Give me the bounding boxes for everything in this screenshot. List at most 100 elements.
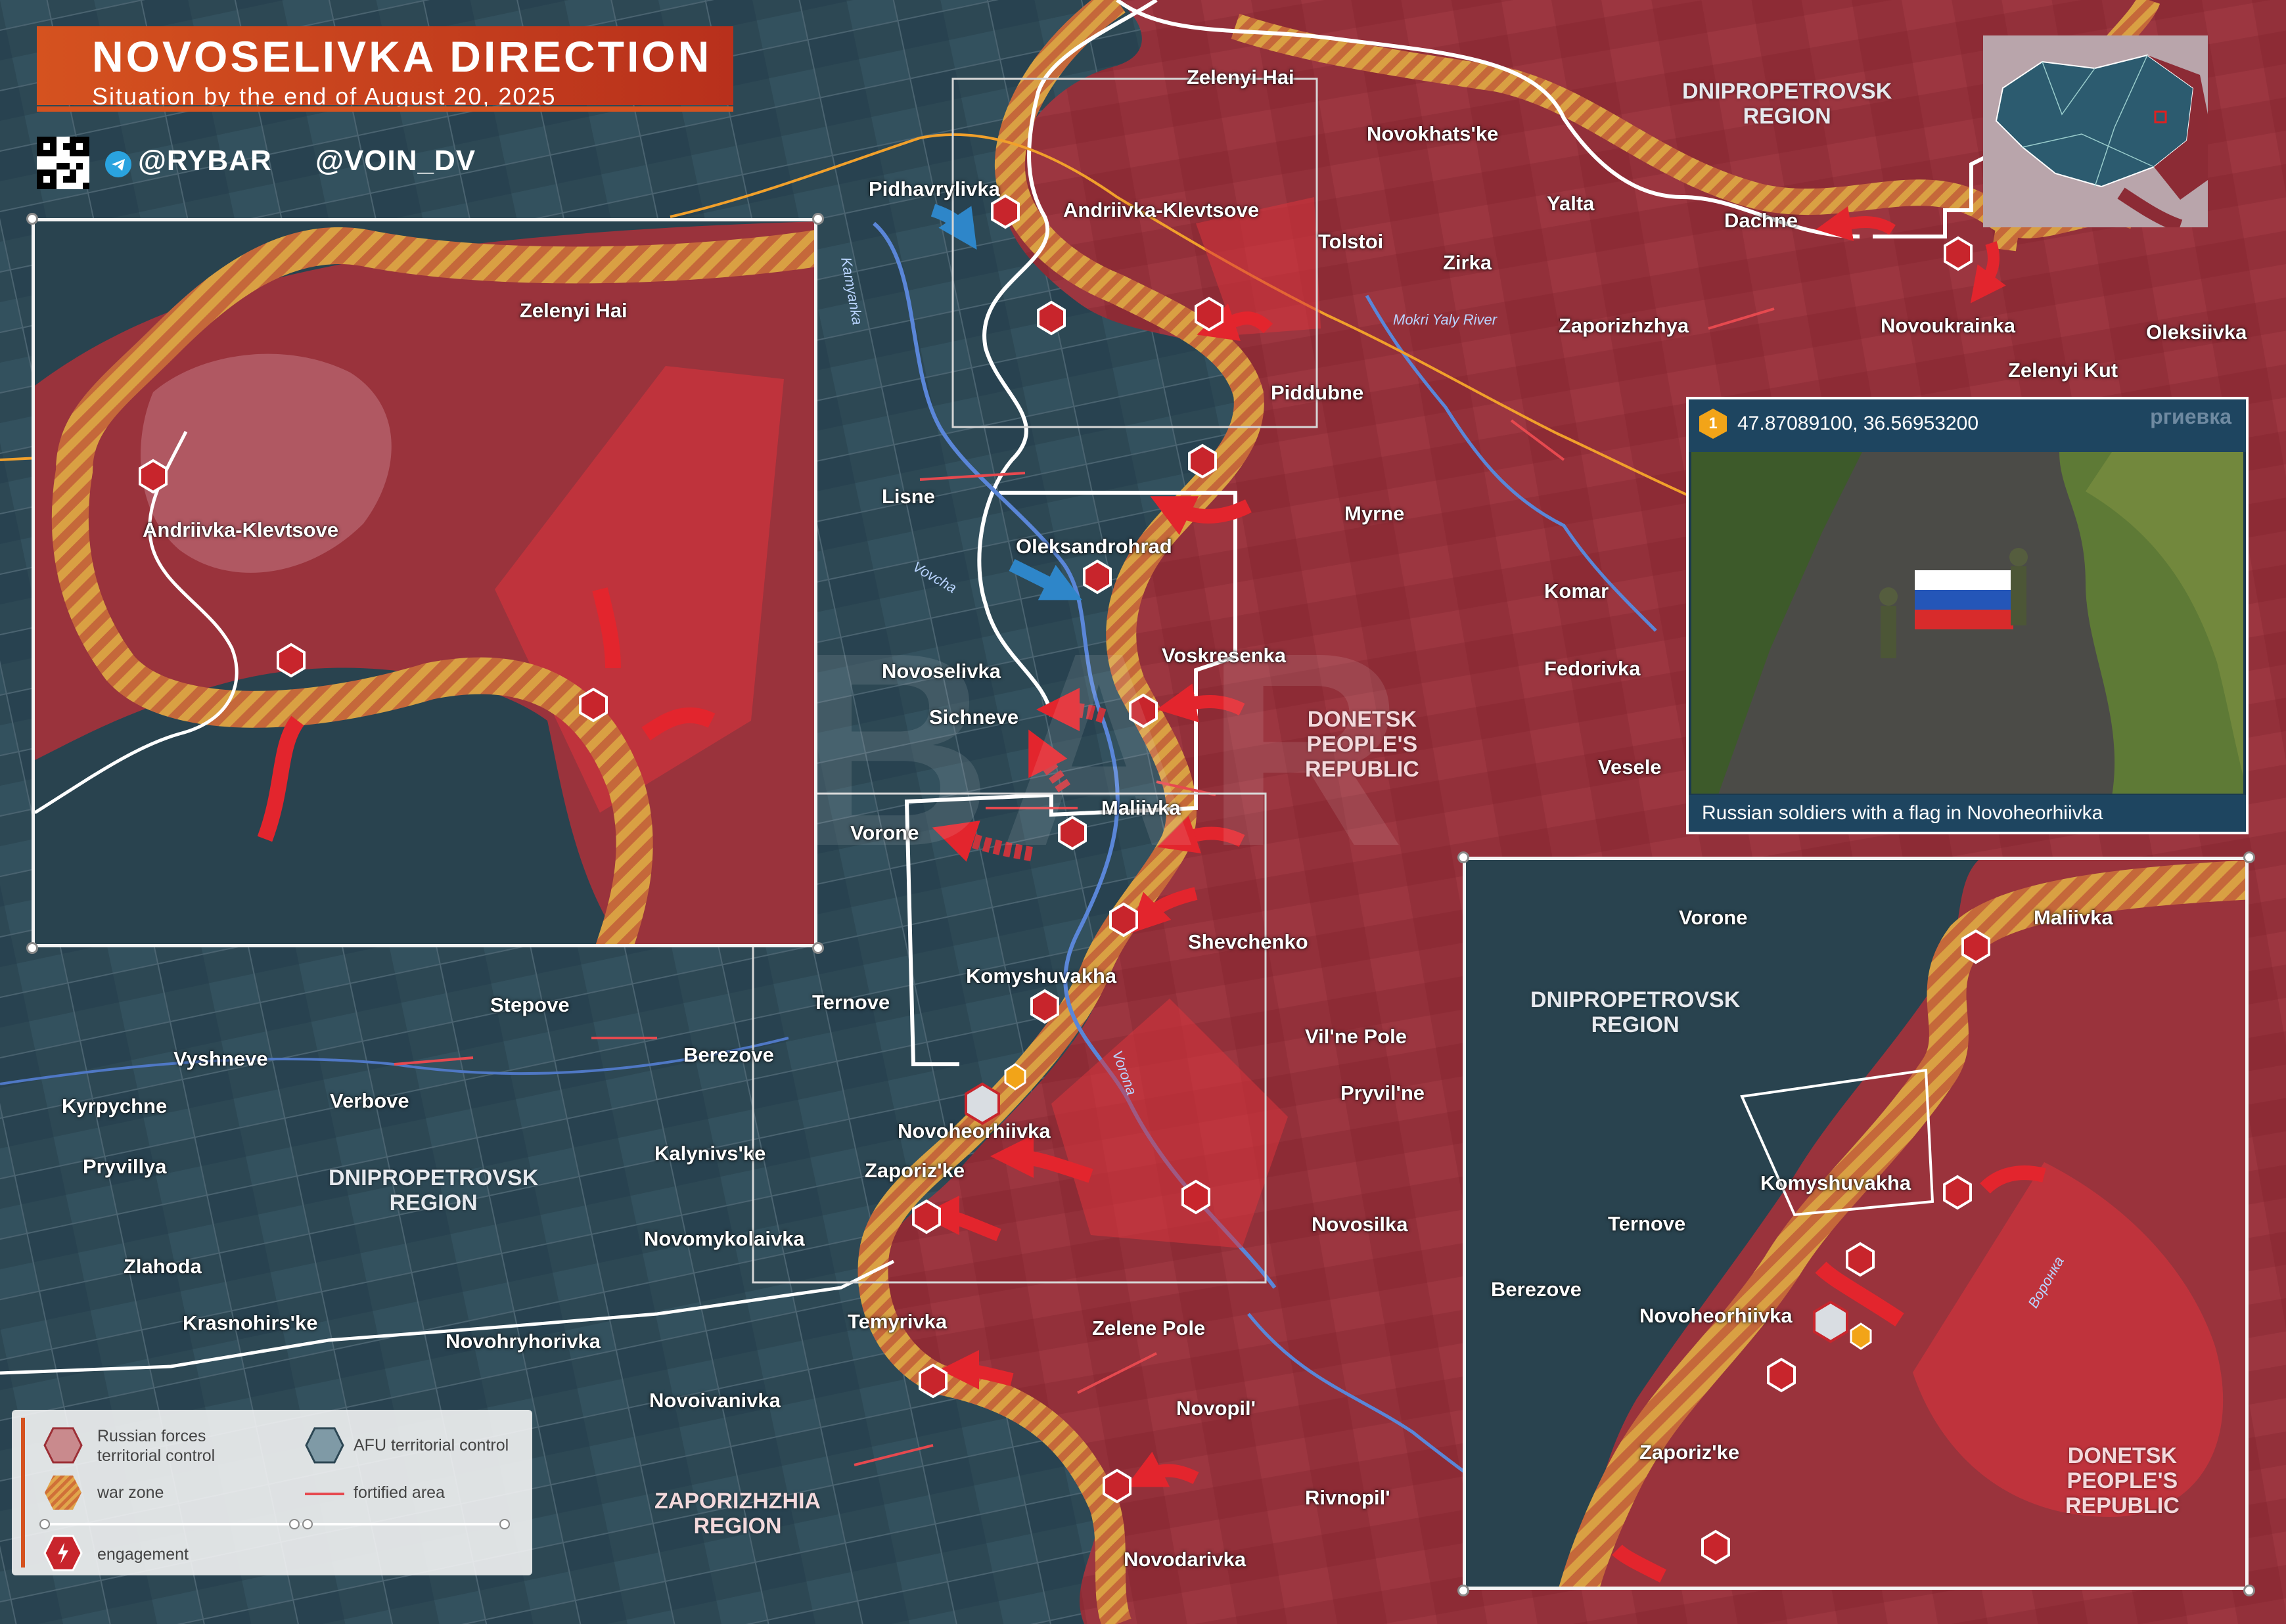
settlement-label: Andriivka-Klevtsove (1063, 198, 1260, 221)
settlement-label: Novodarivka (1124, 1548, 1246, 1571)
settlement-label: Kyrpychne (62, 1094, 168, 1117)
inset-corner-handle (812, 213, 824, 225)
settlement-label: Berezove (1491, 1278, 1582, 1301)
settlement-label: Zaporizhzhya (1559, 314, 1689, 337)
engagement-marker (1701, 1529, 1730, 1565)
settlement-label: Novoukrainka (1881, 314, 2016, 337)
settlement-label: Novomykolaivka (644, 1227, 805, 1250)
photo-inset: 1 47.87089100, 36.56953200 ргиевка Russi… (1686, 397, 2249, 834)
engagement-marker (1037, 300, 1066, 336)
legend-russian-1: Russian forces (97, 1427, 206, 1445)
settlement-label: Zelenyi Kut (2008, 359, 2118, 382)
russian-control-icon (43, 1427, 83, 1464)
engagement-marker (1195, 296, 1223, 332)
overview-minimap (1983, 35, 2208, 233)
photo-marker (1850, 1322, 1872, 1350)
settlement-label: Verbove (330, 1089, 409, 1112)
inset-left-map (35, 221, 814, 944)
legend-engagement: engagement (97, 1545, 189, 1564)
qr-code (37, 137, 89, 189)
settlement-label: Berezove (683, 1043, 774, 1066)
river-label: Mokri Yaly River (1393, 311, 1497, 328)
inset-map-right: Vorone Maliivka Ternove Komyshuvakha Ber… (1463, 857, 2249, 1590)
engagement-marker (1943, 1175, 1972, 1210)
settlement-label: Komyshuvakha (1760, 1171, 1911, 1194)
inset-map-left: Zelenyi Hai Andriivka-Klevtsove (32, 218, 817, 947)
settlement-label: Dachne (1724, 209, 1798, 232)
inset-corner-handle (1457, 1585, 1469, 1596)
settlement-label: Myrne (1344, 502, 1405, 525)
settlement-label: Rivnopil' (1305, 1486, 1390, 1509)
photo-number-badge: 1 (1699, 409, 1727, 439)
settlement-label: Vorone (1679, 906, 1748, 929)
social-bar: @RYBAR @VOIN_DV (37, 131, 733, 191)
settlement-label: Novosilka (1312, 1213, 1408, 1236)
settlement-label: Zaporiz'ke (1639, 1441, 1740, 1464)
flag-marker (1813, 1300, 1848, 1343)
inset-corner-handle (812, 942, 824, 954)
engagement-marker (912, 1199, 941, 1234)
engagement-icon (43, 1535, 83, 1571)
engagement-marker (1181, 1179, 1210, 1215)
engagement-marker (1083, 559, 1112, 595)
inset-corner-handle (2243, 851, 2255, 863)
settlement-label: Maliivka (1101, 796, 1181, 819)
region-label-dnipro-top: DNIPROPETROVSK REGION (1682, 79, 1892, 129)
engagement-marker (1944, 236, 1973, 271)
settlement-label: Temyrivka (848, 1310, 948, 1333)
engagement-marker (1109, 902, 1138, 937)
settlement-label: Zelenyi Hai (520, 299, 628, 322)
engagement-marker (1961, 929, 1990, 964)
telegram-handle[interactable]: @RYBAR (138, 145, 272, 177)
war-zone-icon (45, 1476, 81, 1510)
settlement-label: Krasnohirs'ke (183, 1311, 318, 1334)
settlement-label: Vyshneve (173, 1047, 268, 1070)
photo-overlay-text: ргиевка (2150, 405, 2231, 428)
photo-coordinates: 47.87089100, 36.56953200 (1737, 413, 1979, 434)
settlement-label: Voskresenka (1162, 644, 1286, 667)
settlement-label: Novoheorhiivka (898, 1119, 1051, 1142)
settlement-label: Kalynivs'ke (654, 1142, 766, 1165)
settlement-label: Pidhavrylivka (869, 177, 1000, 200)
engagement-marker (139, 459, 168, 494)
settlement-label: Zelenyi Hai (1187, 66, 1294, 89)
settlement-label: Ternove (812, 991, 890, 1014)
settlement-label: Zelene Pole (1092, 1317, 1206, 1340)
settlement-label: Vesele (1598, 756, 1662, 778)
settlement-label: Pryvillya (83, 1155, 167, 1178)
region-label-inset-donetsk: DONETSK PEOPLE'S REPUBLIC (2065, 1443, 2180, 1518)
settlement-label: Komar (1544, 579, 1609, 602)
region-label-donetsk-mid: DONETSK PEOPLE'S REPUBLIC (1305, 707, 1419, 782)
voin-handle[interactable]: @VOIN_DV (315, 145, 476, 177)
settlement-label: Zirka (1443, 251, 1492, 274)
region-label-dnipro-mid: DNIPROPETROVSK REGION (329, 1165, 539, 1215)
settlement-label: Novoheorhiivka (1639, 1304, 1793, 1327)
legend-war-zone: war zone (97, 1483, 164, 1502)
settlement-label: Sichneve (929, 706, 1019, 729)
photo-caption: Russian soldiers with a flag in Novoheor… (1689, 795, 2246, 832)
map-stage: @RYBAR DNIPROPETROVSKREGION DNIPROPETROV… (0, 0, 2286, 1624)
settlement-label: Novopil' (1176, 1397, 1256, 1420)
inset-corner-handle (2243, 1585, 2255, 1596)
legend-afu: AFU territorial control (354, 1436, 509, 1455)
engagement-marker (1846, 1242, 1875, 1277)
settlement-label: Vorone (850, 821, 919, 844)
settlement-label: Andriivka-Klevtsove (143, 518, 339, 541)
settlement-label: Yalta (1547, 192, 1595, 215)
page-title: NOVOSELIVKA DIRECTION (92, 32, 712, 81)
settlement-label: Lisne (882, 485, 935, 508)
photo-image (1691, 452, 2243, 794)
qr-code-pattern (37, 137, 89, 189)
engagement-marker (1103, 1468, 1132, 1504)
inset-corner-handle (1457, 851, 1469, 863)
photo-header: 1 47.87089100, 36.56953200 ргиевка (1689, 399, 2246, 452)
settlement-label: Zlahoda (124, 1255, 202, 1278)
settlement-label: Ternove (1608, 1212, 1686, 1235)
engagement-marker (919, 1363, 948, 1399)
engagement-marker (277, 643, 306, 678)
settlement-label: Novohryhorivka (446, 1330, 601, 1353)
settlement-label: Maliivka (2034, 906, 2113, 929)
settlement-label: Komyshuvakha (966, 964, 1117, 987)
settlement-label: Novokhats'ke (1367, 122, 1499, 145)
inset-corner-handle (26, 213, 38, 225)
